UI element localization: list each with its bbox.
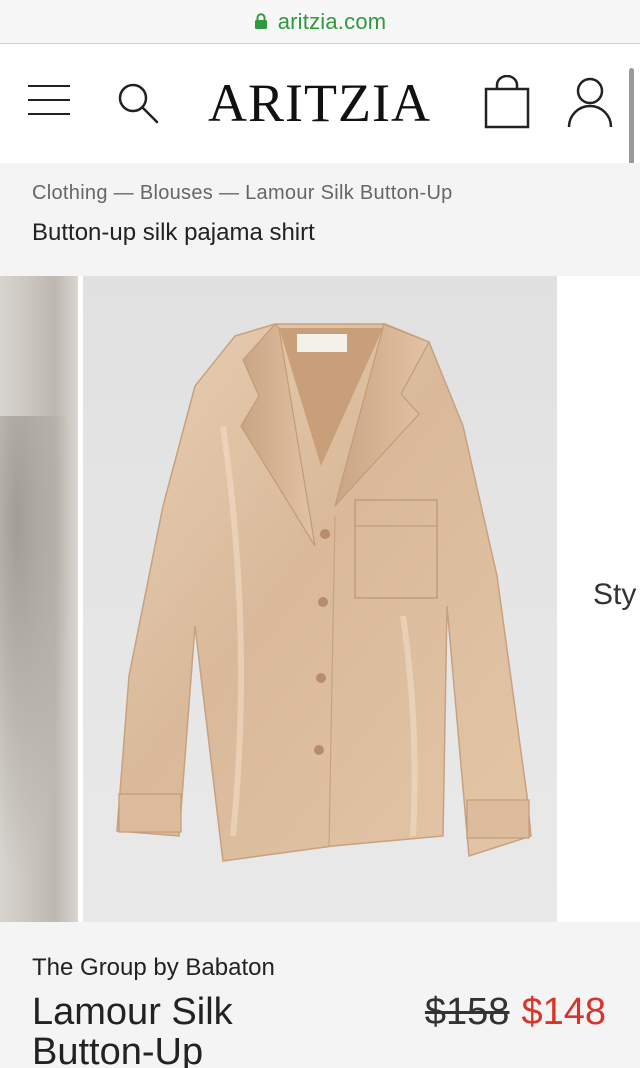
breadcrumb: Clothing — Blouses — Lamour Silk Button-… (32, 182, 453, 205)
url-domain: aritzia.com (277, 8, 387, 34)
product-price: $158 $148 (425, 992, 606, 1032)
silk-shirt-illustration (116, 323, 532, 862)
product-subtitle: Button-up silk pajama shirt (32, 219, 315, 246)
breadcrumb-item-blouses[interactable]: Blouses (140, 182, 213, 204)
product-image[interactable] (83, 276, 557, 922)
product-brand[interactable]: The Group by Babaton (32, 954, 275, 982)
breadcrumb-separator: — (218, 182, 246, 204)
brand-logo[interactable]: ARITZIA (208, 73, 430, 133)
shopping-bag-icon[interactable] (484, 75, 530, 129)
previous-product-image[interactable] (0, 276, 78, 922)
sale-price: $148 (521, 991, 606, 1033)
menu-icon[interactable] (28, 85, 70, 117)
next-slide-text: Sty (593, 578, 637, 611)
next-gallery-slide[interactable]: Sty (562, 276, 640, 922)
site-header: ARITZIA (0, 45, 640, 163)
product-image-carousel[interactable]: Sty (0, 276, 640, 922)
breadcrumb-item-clothing[interactable]: Clothing (32, 182, 108, 204)
original-price: $158 (424, 991, 510, 1033)
search-icon[interactable] (116, 81, 160, 125)
breadcrumb-separator: — (113, 182, 140, 204)
account-icon[interactable] (566, 75, 614, 129)
product-name: Lamour Silk Button-Up (32, 991, 233, 1068)
breadcrumb-section: Clothing — Blouses — Lamour Silk Button-… (0, 163, 640, 276)
lock-icon (254, 12, 267, 29)
address-bar[interactable]: aritzia.com (0, 0, 640, 44)
product-info: The Group by Babaton Lamour Silk Button-… (0, 922, 640, 1068)
breadcrumb-item-current: Lamour Silk Button-Up (245, 182, 453, 204)
